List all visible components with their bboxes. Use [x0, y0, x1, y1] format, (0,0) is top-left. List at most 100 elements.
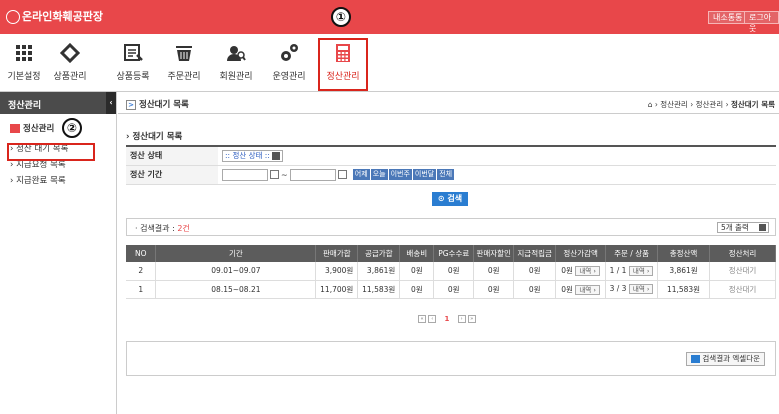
- col-header: 지급적립금: [513, 245, 557, 262]
- cell-sale: 11,700원: [315, 280, 359, 299]
- col-header: 주문 / 상품: [605, 245, 659, 262]
- nav-member-manage[interactable]: 회원관리: [214, 34, 258, 92]
- status-label: 정산 상태: [126, 146, 218, 166]
- table-header-row: NO 기간 판매가합 공급가합 배송비 PG수수료 판매자할인 지급적립금 정산…: [126, 245, 776, 262]
- basket-icon: [176, 46, 192, 61]
- cell-adj: 0원 내역 ›: [555, 262, 607, 281]
- sidebar-item-complete-list[interactable]: › 지급완료 목록: [0, 172, 116, 188]
- quick-this-week-button[interactable]: 이번주: [388, 169, 412, 180]
- orders-detail-button[interactable]: 내역 ›: [628, 265, 654, 276]
- page-number[interactable]: 1: [444, 315, 449, 323]
- cell-sale: 3,900원: [315, 262, 359, 281]
- quick-today-button[interactable]: 오늘: [370, 169, 388, 180]
- adj-detail-button[interactable]: 내역 ›: [575, 266, 600, 277]
- col-header: 총정산액: [657, 245, 710, 262]
- cell-status: 정산대기: [709, 262, 776, 281]
- main-content: > 정산대기 목록 ⌂ › 정산관리 › 정산관리 › 정산대기 목록 › 정산대…: [118, 92, 779, 414]
- date-separator: ~: [281, 170, 288, 179]
- breadcrumb-path: ⌂ › 정산관리 › 정산관리 ›: [647, 100, 729, 109]
- calendar-icon[interactable]: [338, 170, 348, 179]
- col-header: 판매가합: [315, 245, 359, 262]
- main-nav: 기본설정 상품관리 상품등록 주문관리 회원관리 운영관리 정산관리: [0, 34, 779, 92]
- orders-detail-button[interactable]: 내역 ›: [628, 284, 654, 294]
- nav-label: 운영관리: [272, 72, 306, 82]
- prev-page-button[interactable]: ‹: [428, 315, 437, 323]
- cell-total: 11,583원: [657, 280, 710, 299]
- annotation-box-sidebar: [7, 143, 95, 161]
- cell-disc: 0원: [473, 262, 515, 281]
- nav-operation-manage[interactable]: 운영관리: [267, 34, 311, 92]
- result-prefix: · 검색결과 :: [135, 224, 178, 233]
- last-page-button[interactable]: »: [467, 315, 476, 323]
- nav-basic-settings[interactable]: 기본설정: [2, 34, 46, 92]
- adj-value: 0원: [561, 266, 573, 276]
- col-header: 공급가합: [357, 245, 401, 262]
- excel-download-button[interactable]: 검색결과 엑셀다운: [686, 352, 765, 366]
- nav-label: 상품관리: [53, 72, 87, 82]
- breadcrumb: ⌂ › 정산관리 › 정산관리 › 정산대기 목록: [648, 99, 775, 110]
- col-header: 배송비: [399, 245, 435, 262]
- adj-detail-button[interactable]: 내역 ›: [575, 284, 600, 295]
- page-title: > 정산대기 목록: [126, 98, 189, 110]
- first-page-button[interactable]: «: [418, 315, 426, 323]
- diamond-icon: [60, 43, 80, 63]
- logout-button[interactable]: 로그아웃: [744, 11, 779, 33]
- next-page-button[interactable]: ›: [457, 315, 466, 323]
- cell-status: 정산대기: [709, 280, 776, 299]
- cell-adj: 0원 내역 ›: [555, 280, 607, 299]
- page-title-text: 정산대기 목록: [139, 100, 189, 110]
- cell-ship: 0원: [399, 262, 435, 281]
- per-page-value: 5개 출력: [721, 223, 749, 232]
- site-logo[interactable]: 온라인화훼공판장: [6, 8, 103, 24]
- nav-product-manage[interactable]: 상품관리: [48, 34, 92, 92]
- quick-all-button[interactable]: 전체: [437, 169, 455, 180]
- cell-total: 3,861원: [657, 262, 710, 281]
- grid-icon: [16, 45, 32, 61]
- result-count: · 검색결과 : 2건: [135, 223, 190, 234]
- nav-order-manage[interactable]: 주문관리: [162, 34, 206, 92]
- result-summary: · 검색결과 : 2건 5개 출력: [126, 218, 776, 236]
- start-date-input[interactable]: [222, 168, 268, 181]
- cell-supply: 3,861원: [357, 262, 401, 281]
- col-header: 정산처리: [709, 245, 776, 262]
- cell-disc: 0원: [473, 280, 515, 299]
- top-bar: 온라인화훼공판장 내소통통 로그아웃: [0, 0, 779, 34]
- calendar-icon[interactable]: [270, 170, 279, 179]
- register-icon: [124, 44, 143, 61]
- breadcrumb-bar: > 정산대기 목록 ⌂ › 정산관리 › 정산관리 › 정산대기 목록: [118, 92, 779, 114]
- search-form: 정산 상태 :: 정산 상태 :: 정산 기간 ~ 어제 오늘 이번주 이번달 전체: [126, 145, 776, 185]
- cell-period: 09.01~09.07: [155, 262, 317, 281]
- quick-yesterday-button[interactable]: 어제: [352, 169, 370, 180]
- logo-text: 온라인화훼공판장: [22, 10, 103, 23]
- cell-pg: 0원: [433, 262, 475, 281]
- chevron-down-icon: [271, 151, 280, 160]
- logo-ring-icon: [6, 10, 20, 24]
- col-header: 판매자할인: [473, 245, 515, 262]
- mypage-button[interactable]: 내소통통: [708, 11, 748, 24]
- status-select[interactable]: :: 정산 상태 ::: [222, 149, 283, 162]
- nav-product-register[interactable]: 상품등록: [111, 34, 155, 92]
- sidebar-header: 정산관리 ‹: [0, 92, 116, 114]
- cell-orders: 1 / 1 내역 ›: [605, 262, 659, 281]
- nav-label: 주문관리: [167, 72, 201, 82]
- cell-no: 1: [126, 280, 157, 299]
- nav-label: 회원관리: [219, 72, 253, 82]
- end-date-input[interactable]: [290, 168, 337, 181]
- section-title: › 정산대기 목록: [126, 132, 183, 142]
- cell-supply: 11,583원: [357, 280, 401, 299]
- search-button[interactable]: ⊙ 검색: [432, 192, 468, 206]
- orders-value: 3 / 3: [609, 284, 627, 293]
- period-label: 정산 기간: [126, 165, 218, 185]
- col-header: 기간: [155, 245, 317, 262]
- per-page-select[interactable]: 5개 출력: [717, 222, 769, 233]
- status-select-value: :: 정산 상태 ::: [225, 150, 270, 160]
- settlement-table: NO 기간 판매가합 공급가합 배송비 PG수수료 판매자할인 지급적립금 정산…: [126, 245, 776, 299]
- chevron-down-icon: [759, 224, 766, 231]
- gears-icon: [281, 44, 298, 61]
- sidebar-title: 정산관리: [8, 101, 42, 111]
- quick-this-month-button[interactable]: 이번달: [412, 169, 437, 180]
- calculator-icon: [10, 124, 20, 133]
- collapse-icon[interactable]: ‹: [106, 92, 116, 114]
- sidebar: 정산관리 ‹ 정산관리 › 정산 대기 목록 › 지급요청 목록 › 지급완료 …: [0, 92, 117, 414]
- arrow-icon: >: [126, 100, 136, 110]
